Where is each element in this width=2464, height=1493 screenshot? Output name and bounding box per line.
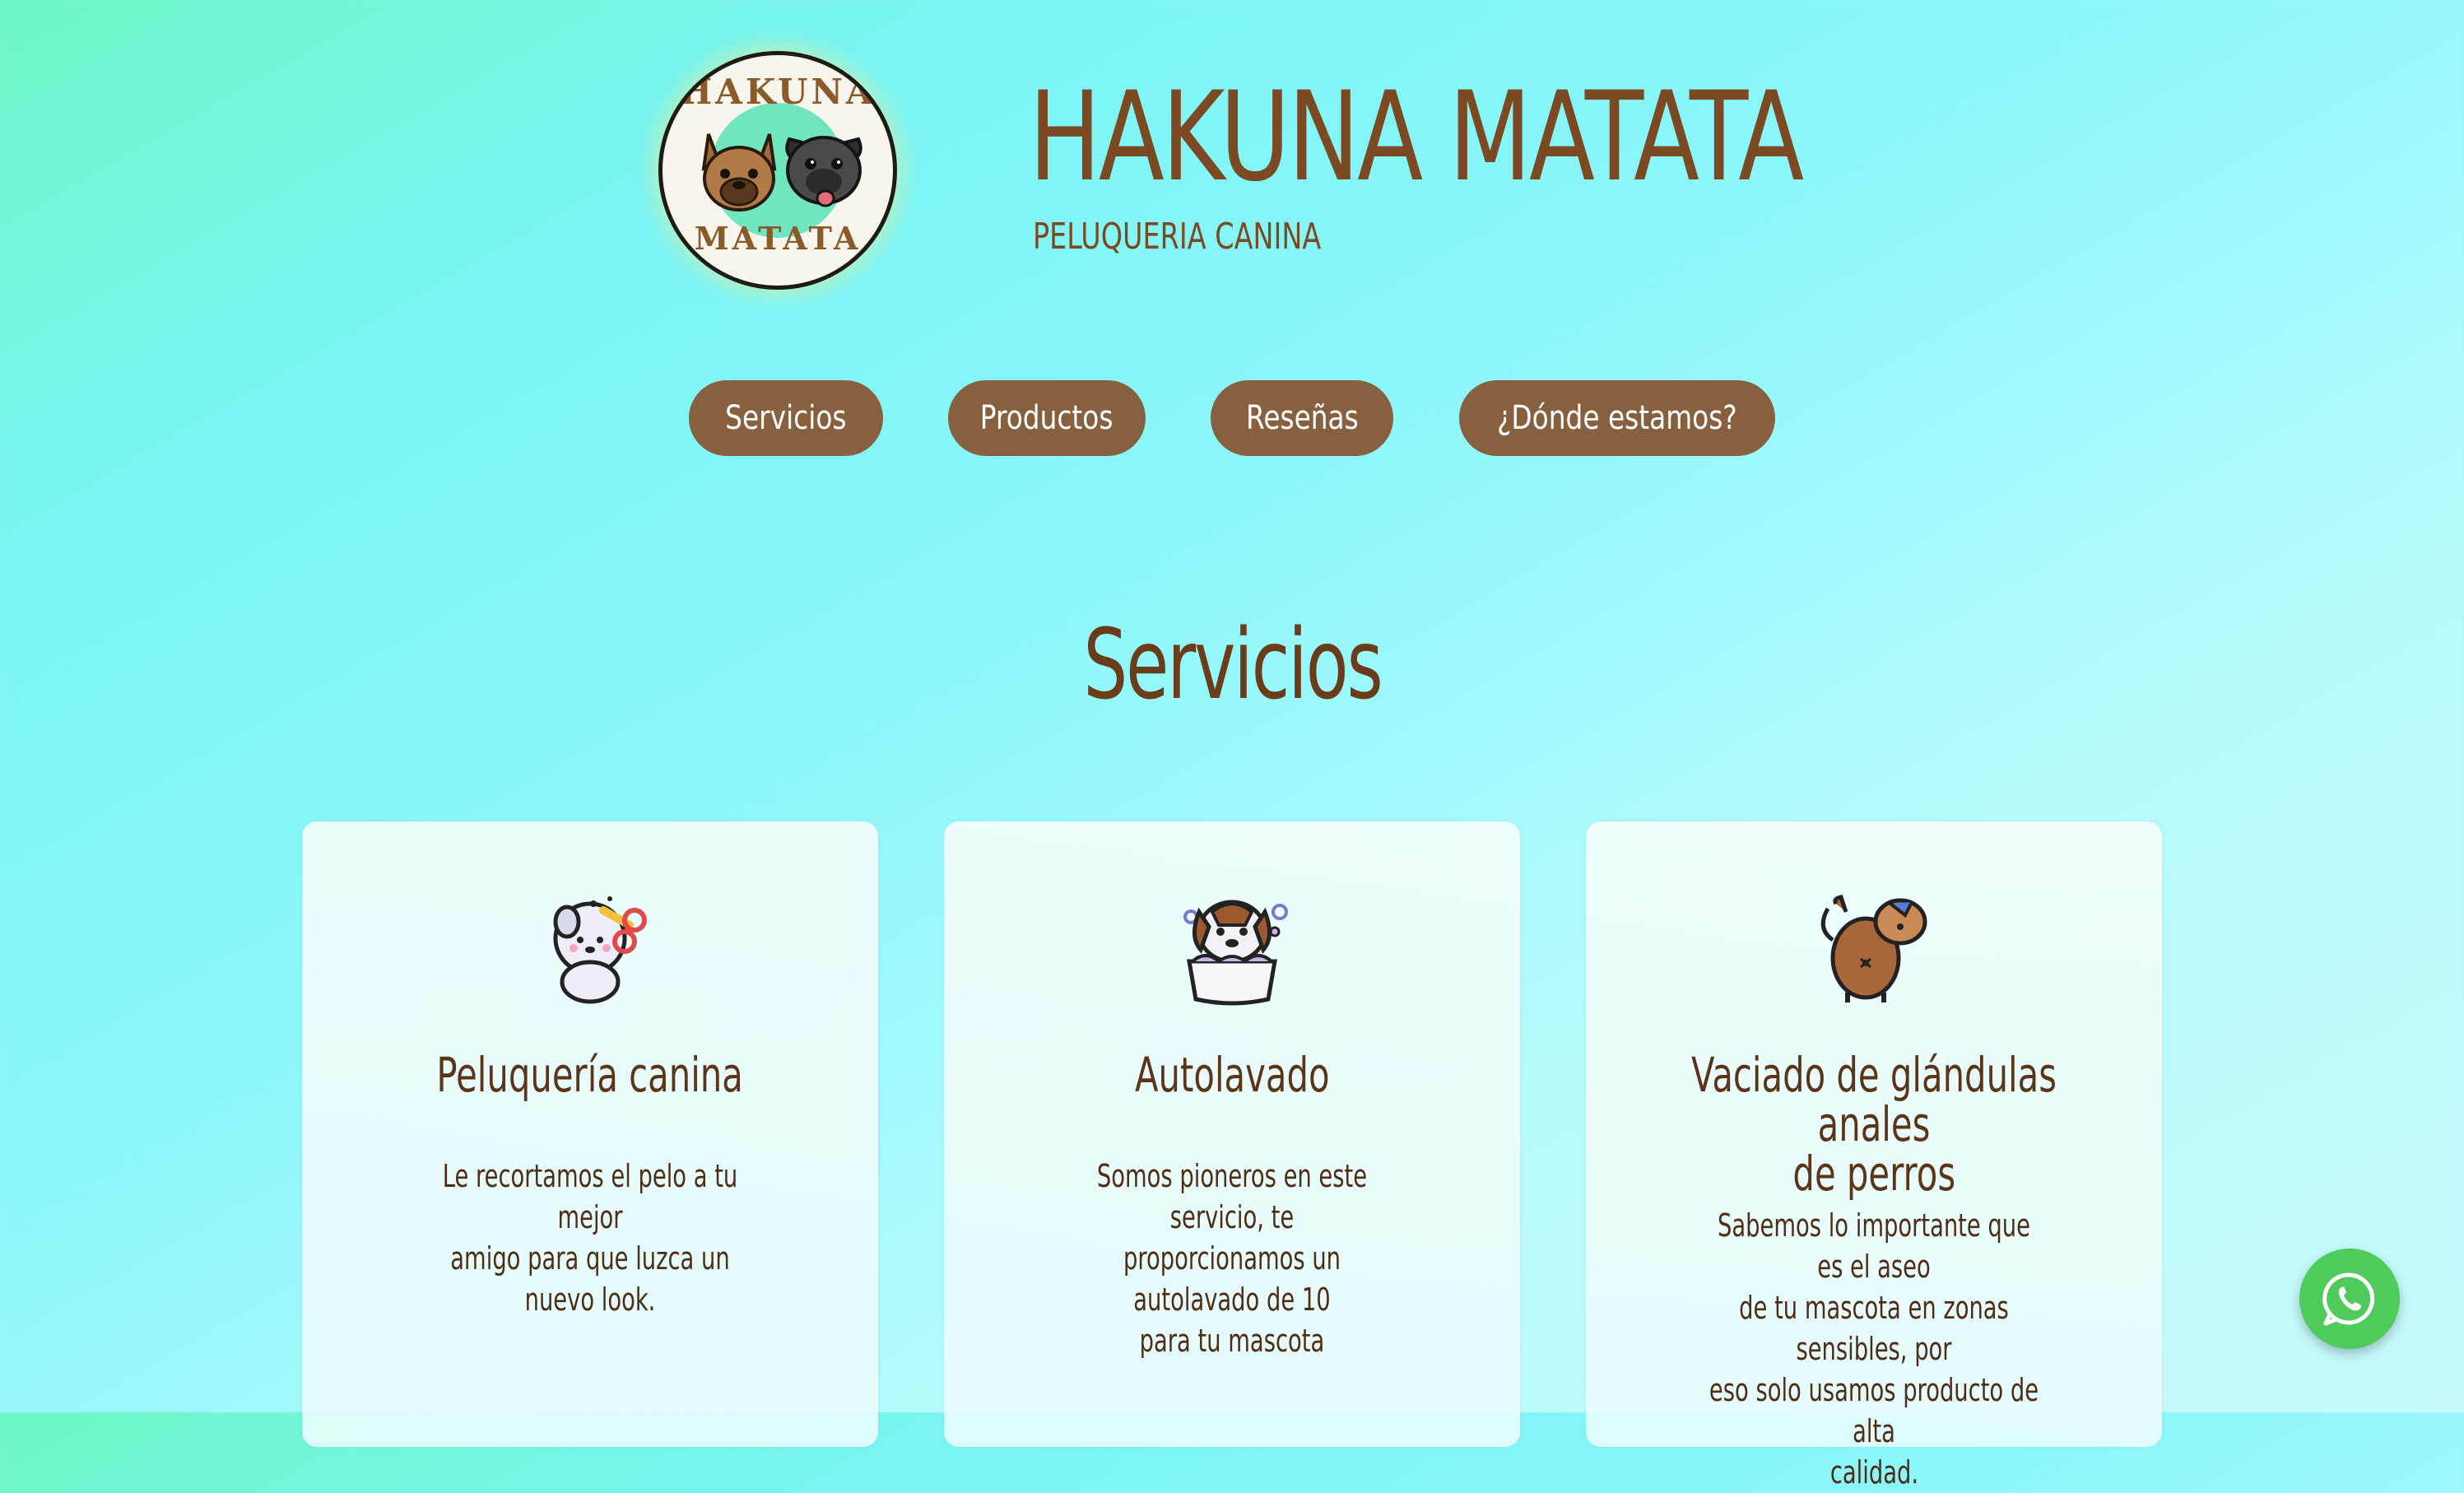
card-description: Le recortamos el pelo a tu mejor amigo p… [351,1156,829,1320]
brand-subtitle: PELUQUERIA CANINA [1033,216,1322,258]
site-header: HAKUNA MATATA HAKUNA MATATA PELUQUERIA C… [0,0,2464,329]
card-title-text: de perros [1792,1146,1955,1202]
service-card-grooming: Peluquería canina Le recortamos el pelo … [302,821,878,1447]
card-description-line: para tu mascota [1139,1323,1325,1359]
card-description-line: calidad. [1829,1454,1918,1491]
brand-title: HAKUNA MATATA [1029,66,1804,209]
service-card-glandulas: Vaciado de glándulas anales de perros Sa… [1586,821,2162,1491]
card-title: Peluquería canina [327,1050,853,1100]
card-description-line: proporcionamos un autolavado de 10 [1123,1240,1341,1318]
logo-top-text: HAKUNA [679,72,876,112]
card-description-line: amigo para que luzca un nuevo look. [450,1240,730,1318]
card-title: Autolavado [969,1050,1495,1100]
whatsapp-icon [2322,1272,2375,1326]
nav-resenas-button[interactable]: Reseñas [1211,380,1393,456]
card-description-line: Sabemos lo importante que es el aseo [1718,1207,2030,1285]
french-bulldog-icon [701,133,777,212]
services-heading-text: Servicios [1082,607,1383,721]
nav-donde-estamos-label: ¿Dónde estamos? [1497,399,1737,437]
card-description: Somos pioneros en este servicio, te prop… [993,1156,1471,1361]
card-title-text: Vaciado de glándulas anales [1691,1047,2057,1152]
card-description-line: Le recortamos el pelo a tu mejor [442,1158,738,1235]
nav-resenas-label: Reseñas [1245,399,1359,437]
dog-rear-icon [1820,895,1927,1002]
nav-productos-label: Productos [980,399,1113,437]
pug-icon [785,136,862,207]
card-title-text: Peluquería canina [436,1047,744,1103]
services-heading: Servicios [0,607,2464,721]
nav-productos-button[interactable]: Productos [948,380,1146,456]
card-description: Sabemos lo importante que es el aseo de … [1635,1205,2113,1493]
card-title-text: Autolavado [1134,1047,1330,1103]
dog-grooming-icon [553,896,647,1004]
nav-servicios-label: Servicios [725,399,847,437]
dog-bath-icon [1183,900,1288,1006]
brand-logo[interactable]: HAKUNA MATATA [658,51,897,290]
nav-servicios-button[interactable]: Servicios [689,380,883,456]
card-description-line: Somos pioneros en este servicio, te [1096,1158,1368,1235]
nav-donde-estamos-button[interactable]: ¿Dónde estamos? [1459,380,1775,456]
card-title: Vaciado de glándulas anales de perros [1611,1050,2137,1198]
service-card-autolavado: Autolavado Somos pioneros en este servic… [944,821,1520,1447]
card-description-line: eso solo usamos producto de alta [1709,1372,2039,1449]
card-description-line: de tu mascota en zonas sensibles, por [1739,1290,2009,1367]
whatsapp-button[interactable] [2299,1249,2400,1349]
logo-bottom-text: MATATA [694,220,862,257]
